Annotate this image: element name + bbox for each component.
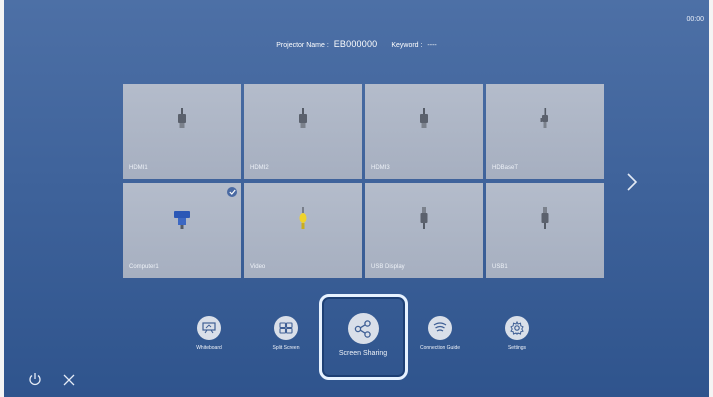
source-label: HDMI2 bbox=[250, 165, 269, 171]
source-label: USB Display bbox=[371, 264, 405, 270]
power-icon[interactable] bbox=[28, 372, 42, 391]
dock-label: Settings bbox=[507, 345, 527, 351]
keyword-value: ---- bbox=[427, 42, 437, 49]
source-tile-hdmi3[interactable]: HDMI3 bbox=[365, 84, 483, 179]
hdmi-icon bbox=[418, 108, 430, 135]
source-label: Computer1 bbox=[129, 264, 159, 270]
projector-name-value: EB000000 bbox=[333, 39, 378, 49]
hdbaset-icon bbox=[539, 108, 551, 135]
rca-video-icon bbox=[297, 207, 309, 236]
close-icon[interactable] bbox=[62, 373, 76, 392]
keyword-label: Keyword : bbox=[391, 42, 423, 49]
source-tile-hdmi1[interactable]: HDMI1 bbox=[123, 84, 241, 179]
source-tile-usb-display[interactable]: USB Display bbox=[365, 183, 483, 278]
split-screen-icon bbox=[274, 316, 298, 340]
source-label: HDMI1 bbox=[129, 165, 148, 171]
source-label: HDMI3 bbox=[371, 165, 390, 171]
dock-label: Connection Guide bbox=[419, 345, 461, 351]
source-grid: HDMI1 HDMI2 HDMI3 HDBaseT Computer1 Vide… bbox=[123, 84, 607, 278]
gear-icon bbox=[505, 316, 529, 340]
settings-button[interactable]: Settings bbox=[482, 316, 552, 351]
hdmi-icon bbox=[297, 108, 309, 135]
dock-label: Whiteboard bbox=[196, 345, 222, 351]
dock-label: Split Screen bbox=[272, 345, 300, 351]
source-label: USB1 bbox=[492, 264, 508, 270]
source-tile-hdmi2[interactable]: HDMI2 bbox=[244, 84, 362, 179]
vga-icon bbox=[173, 207, 191, 234]
usb-icon bbox=[419, 207, 429, 236]
whiteboard-icon bbox=[197, 316, 221, 340]
usb-icon bbox=[540, 207, 550, 236]
selection-highlight bbox=[319, 294, 408, 380]
split-screen-button[interactable]: Split Screen bbox=[251, 316, 321, 351]
projector-name-label: Projector Name : bbox=[276, 42, 329, 49]
source-label: HDBaseT bbox=[492, 165, 519, 171]
source-tile-video[interactable]: Video bbox=[244, 183, 362, 278]
source-tile-hdbaset[interactable]: HDBaseT bbox=[486, 84, 604, 179]
chevron-right-icon[interactable] bbox=[626, 172, 638, 197]
source-label: Video bbox=[250, 264, 266, 270]
hdmi-icon bbox=[176, 108, 188, 135]
projector-info: Projector Name : EB000000 Keyword : ---- bbox=[0, 39, 713, 49]
wireless-icon bbox=[428, 316, 452, 340]
clock: 00:00 bbox=[686, 16, 704, 23]
selected-check-icon bbox=[227, 187, 237, 197]
whiteboard-button[interactable]: Whiteboard bbox=[174, 316, 244, 351]
source-tile-usb1[interactable]: USB1 bbox=[486, 183, 604, 278]
source-tile-computer1[interactable]: Computer1 bbox=[123, 183, 241, 278]
connection-guide-button[interactable]: Connection Guide bbox=[405, 316, 475, 351]
